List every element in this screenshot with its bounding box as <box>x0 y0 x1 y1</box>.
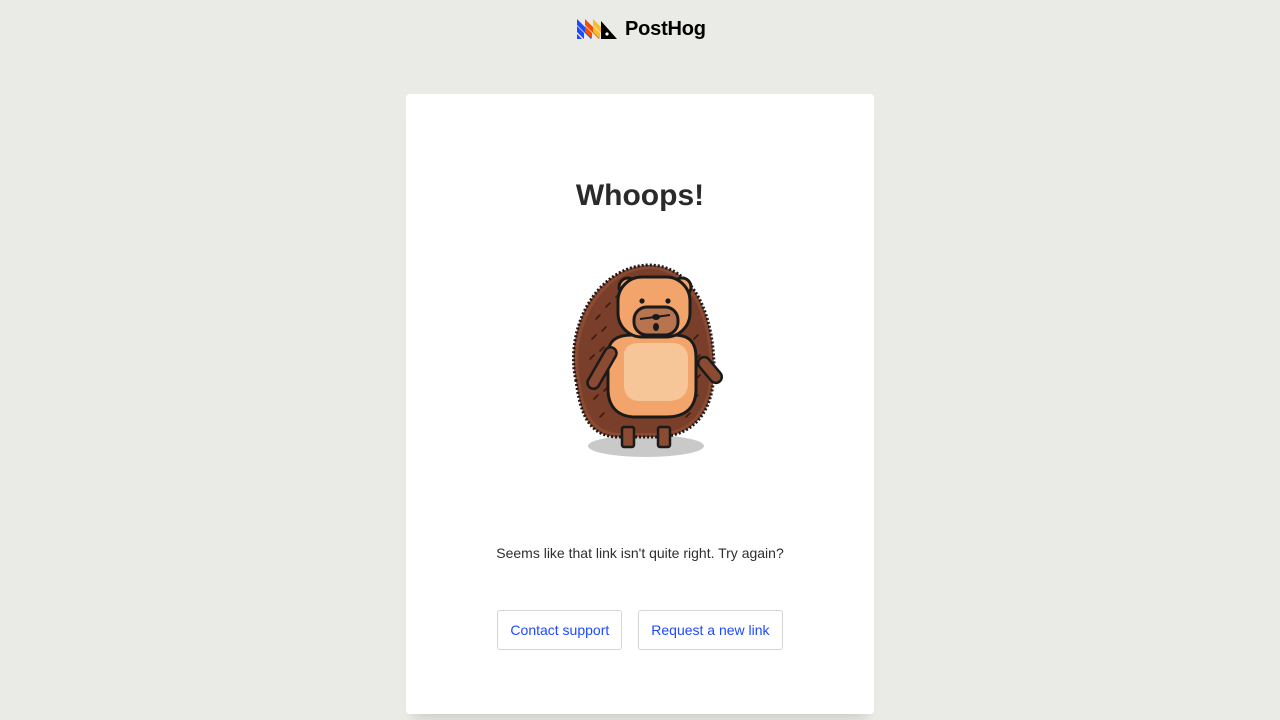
error-message: Seems like that link isn't quite right. … <box>496 545 784 561</box>
page: PostHog Whoops! Seems like that link isn… <box>0 0 1280 720</box>
hedgehog-illustration <box>571 263 724 457</box>
error-card: Whoops! Seems like that link isn't quite… <box>406 94 874 714</box>
contact-support-button[interactable]: Contact support <box>497 610 623 650</box>
page-title: Whoops! <box>575 179 705 212</box>
posthog-logo-icon <box>577 19 617 39</box>
action-buttons: Contact support Request a new link <box>406 610 874 650</box>
brand-name: PostHog <box>625 18 706 40</box>
brand-header[interactable]: PostHog <box>577 16 706 42</box>
request-new-link-button[interactable]: Request a new link <box>638 610 783 650</box>
